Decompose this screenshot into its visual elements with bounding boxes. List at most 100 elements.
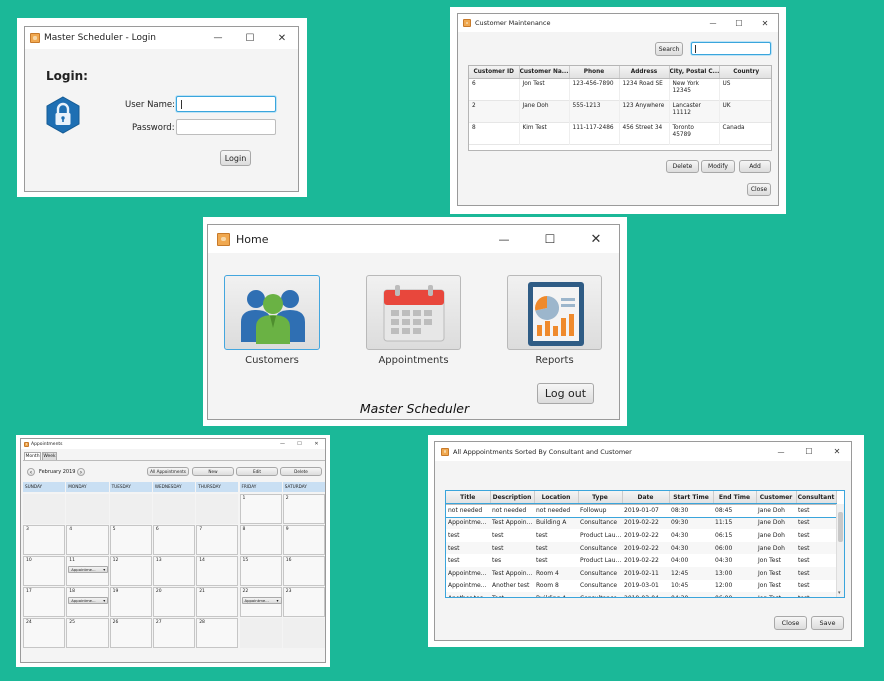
add-button[interactable]: Add (739, 160, 771, 173)
column-header[interactable]: Date (622, 491, 670, 505)
close-button[interactable]: Close (774, 616, 807, 630)
calendar-day-cell[interactable]: 28 (196, 618, 239, 648)
calendar-day-cell[interactable]: 15 (239, 556, 282, 586)
appointment-chip[interactable]: Appointme... ▾ (68, 566, 109, 573)
tab-week[interactable]: Week (42, 452, 57, 460)
minimize-icon[interactable]: — (700, 19, 726, 27)
calendar-day-cell[interactable]: 3 (23, 525, 66, 555)
column-header[interactable]: Customer ID (469, 66, 520, 79)
calendar-day-cell[interactable]: 10 (23, 556, 66, 586)
maximize-icon[interactable]: ☐ (291, 441, 308, 447)
calendar-day-cell[interactable]: 20 (152, 587, 196, 617)
new-appointment-button[interactable]: New (192, 467, 234, 476)
calendar-day-cell[interactable]: 5 (109, 525, 152, 555)
maximize-icon[interactable]: ☐ (795, 447, 823, 456)
calendar-day-cell[interactable]: 26 (109, 618, 152, 648)
close-icon[interactable]: ✕ (308, 441, 325, 447)
appointments-tile-button[interactable] (366, 275, 461, 350)
column-header[interactable]: Description (490, 491, 535, 505)
calendar-day-cell[interactable]: 18 Appointme... ▾ (66, 587, 109, 617)
edit-appointment-button[interactable]: Edit (236, 467, 278, 476)
calendar-day-cell[interactable]: 19 (109, 587, 152, 617)
modify-button[interactable]: Modify (701, 160, 735, 173)
all-appointments-button[interactable]: All Appointments (147, 467, 189, 476)
login-button[interactable]: Login (220, 150, 251, 166)
table-cell: 09:30 (671, 519, 689, 527)
calendar-day-cell[interactable]: 25 (66, 618, 109, 648)
close-icon[interactable]: ✕ (266, 33, 298, 44)
calendar-day-cell[interactable]: 16 (282, 556, 325, 586)
calendar-day-cell[interactable]: 7 (196, 525, 239, 555)
save-button[interactable]: Save (811, 616, 844, 630)
table-row[interactable]: not needed not needed not needed Followup 20… (446, 503, 837, 518)
calendar-day-cell[interactable]: 14 (196, 556, 239, 586)
table-row[interactable]: Appointme... Another test Room 8 Consultanc… (446, 579, 836, 593)
column-header[interactable]: End Time (713, 491, 757, 505)
table-row[interactable]: test tes test Product Lau... 2019-02-22 04:00… (446, 554, 836, 567)
search-input[interactable] (691, 42, 771, 55)
column-header[interactable]: City, Postal C... (669, 66, 720, 79)
app-icon (30, 33, 40, 43)
calendar-day-cell[interactable]: 24 (23, 618, 66, 648)
delete-button[interactable]: Delete (666, 160, 699, 173)
column-header[interactable]: Country (719, 66, 771, 79)
column-header[interactable]: Title (446, 491, 491, 505)
next-month-button[interactable]: › (77, 468, 85, 476)
minimize-icon[interactable]: — (274, 441, 291, 447)
password-input[interactable] (176, 119, 276, 135)
table-row[interactable]: 2 Jane Doh 555-1213 123 Anywhere Lancaster 1… (469, 100, 771, 122)
table-row[interactable]: Another tes...TestBuilding AConsultance2… (446, 592, 836, 597)
table-row[interactable]: test test test Consultance 2019-02-22 04:30 06… (446, 541, 836, 555)
username-input[interactable] (176, 96, 276, 112)
maximize-icon[interactable]: ☐ (726, 19, 752, 28)
maximize-icon[interactable]: ☐ (234, 33, 266, 44)
prev-month-button[interactable]: ‹ (27, 468, 35, 476)
calendar-day-cell[interactable]: 12 (109, 556, 152, 586)
table-row[interactable]: 8 Kim Test 111-117-2486 456 Street 34 Toront… (469, 122, 771, 144)
close-button[interactable]: Close (747, 183, 771, 196)
calendar-day-cell[interactable]: 6 (152, 525, 196, 555)
calendar-day-cell[interactable]: 8 (239, 525, 282, 555)
table-row[interactable]: test test test Product Lau... 2019-02-22 04:3… (446, 529, 836, 542)
column-header[interactable]: Location (534, 491, 579, 505)
close-icon[interactable]: ✕ (752, 19, 778, 28)
calendar-day-cell (23, 494, 66, 524)
table-row[interactable]: Appointme... Test Appoin... Room 4 Consulta… (446, 566, 836, 580)
search-button[interactable]: Search (655, 42, 683, 56)
close-icon[interactable]: ✕ (573, 232, 619, 247)
calendar-day-cell[interactable]: 27 (152, 618, 196, 648)
calendar-day-cell[interactable]: 1 (239, 494, 282, 524)
table-cell: 10:45 (671, 582, 689, 590)
calendar-day-cell[interactable]: 13 (152, 556, 196, 586)
minimize-icon[interactable]: — (202, 33, 234, 43)
close-icon[interactable]: ✕ (823, 447, 851, 456)
table-row[interactable]: Appointme... Test Appoin... Building A Cons… (446, 516, 836, 530)
calendar-day-cell[interactable]: 4 (66, 525, 109, 555)
table-cell: 12:00 (715, 582, 733, 590)
column-header[interactable]: Type (578, 491, 623, 505)
minimize-icon[interactable]: — (767, 448, 795, 456)
table-row[interactable]: 6 Jon Test 123-456-7890 1234 Road SE New Yor… (469, 78, 771, 100)
appointment-chip[interactable]: Appointme... ▾ (68, 597, 109, 604)
column-header[interactable]: Address (619, 66, 670, 79)
calendar-day-cell[interactable]: 11 Appointme... ▾ (66, 556, 109, 586)
calendar-day-cell[interactable]: 17 (23, 587, 66, 617)
reports-tile-button[interactable] (507, 275, 602, 350)
column-header[interactable]: Customer Na... (519, 66, 570, 79)
calendar-day-cell[interactable]: 21 (196, 587, 239, 617)
maximize-icon[interactable]: ☐ (527, 232, 573, 246)
calendar-day-cell[interactable]: 2 (282, 494, 325, 524)
calendar-day-cell[interactable]: 9 (282, 525, 325, 555)
tab-month[interactable]: Month (24, 452, 41, 460)
appointment-chip[interactable]: Appointme... ▾ (241, 597, 282, 604)
delete-appointment-button[interactable]: Delete (280, 467, 322, 476)
vertical-scrollbar[interactable]: ▾ (836, 504, 844, 597)
minimize-icon[interactable]: — (481, 233, 527, 246)
calendar-day-cell[interactable]: 23 (282, 587, 325, 617)
column-header[interactable]: Start Time (669, 491, 714, 505)
calendar-day-cell[interactable]: 22 Appointme... ▾ (239, 587, 282, 617)
column-header[interactable]: Consultant (796, 491, 837, 505)
column-header[interactable]: Phone (569, 66, 620, 79)
column-header[interactable]: Customer (756, 491, 797, 505)
customers-tile-button[interactable] (224, 275, 320, 350)
